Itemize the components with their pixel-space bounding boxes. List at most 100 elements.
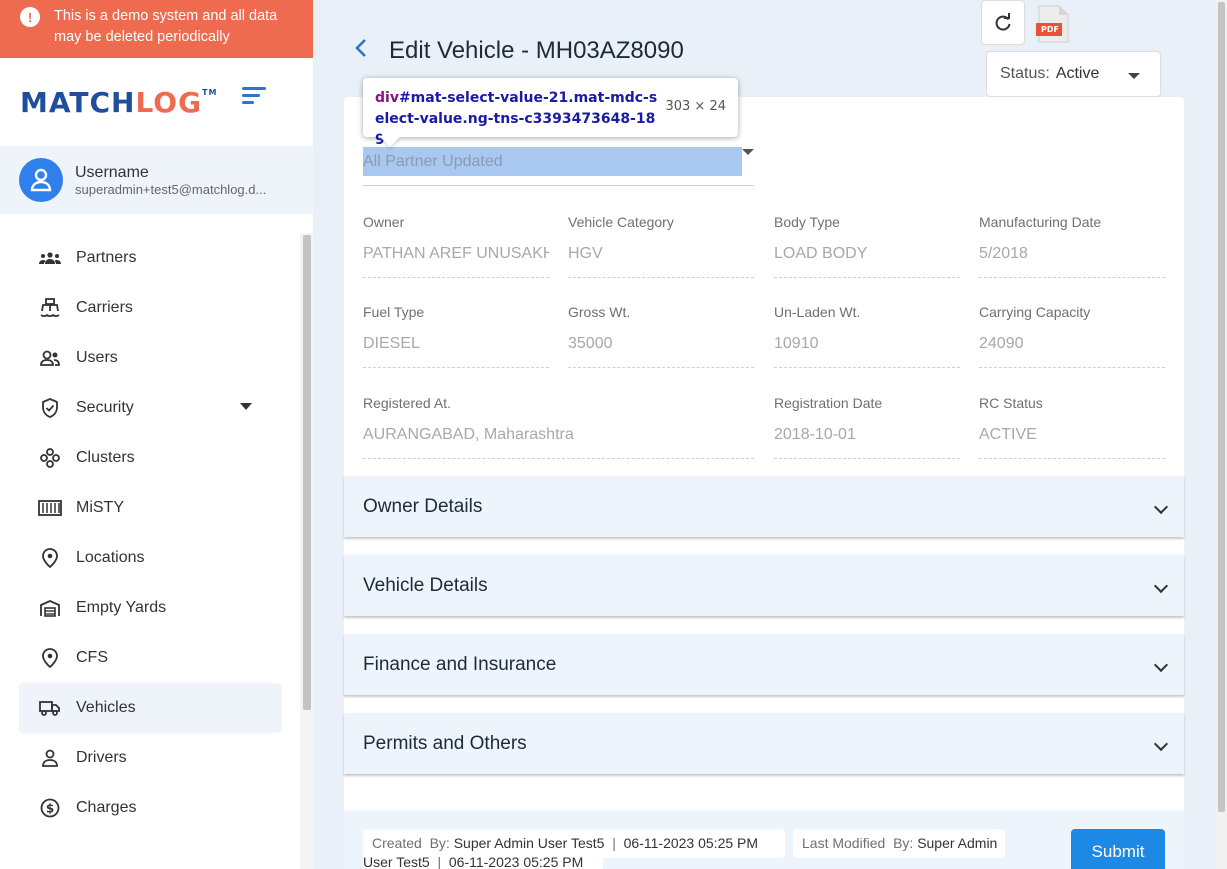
menu-toggle-icon[interactable]	[241, 87, 266, 105]
registration-date-value[interactable]: 2018-10-01	[774, 426, 960, 446]
registered-at-value[interactable]: AURANGABAD, Maharashtra	[363, 426, 754, 446]
logo-trademark: TM	[202, 87, 218, 97]
chevron-down-icon	[1153, 499, 1169, 515]
field-label: Body Type	[774, 214, 840, 230]
sidebar-item-label: Vehicles	[76, 699, 136, 716]
sidebar-item-partners[interactable]: Partners	[0, 233, 300, 283]
created-label: Created	[372, 835, 422, 851]
inspector-dimensions: 303 × 24	[665, 99, 726, 114]
inspector-tag: div	[375, 90, 399, 106]
shield-icon	[38, 396, 62, 420]
matchlog-logo[interactable]: MATCHLOGTM	[20, 86, 218, 119]
accordion-owner-details[interactable]: Owner Details	[344, 476, 1184, 537]
created-by-label: By:	[429, 835, 450, 851]
sidebar-nav: Partners Carriers Users Security Cluster…	[0, 233, 300, 833]
created-by: Super Admin User Test5	[453, 835, 605, 851]
carrying-capacity-value[interactable]: 24090	[979, 335, 1165, 355]
field-registration-date: Registration Date 2018-10-01	[774, 395, 960, 459]
demo-warning-text: This is a demo system and all data may b…	[54, 8, 278, 45]
field-label: Un-Laden Wt.	[774, 304, 861, 320]
sidebar-item-label: CFS	[76, 649, 108, 666]
field-label: Registered At.	[363, 395, 451, 411]
created-at: 06-11-2023 05:25 PM	[623, 835, 759, 851]
sidebar-item-label: Clusters	[76, 449, 135, 466]
accordion-vehicle-details[interactable]: Vehicle Details	[344, 555, 1184, 616]
manufacturing-date-value[interactable]: 5/2018	[979, 245, 1165, 265]
page-title: Edit Vehicle - MH03AZ8090	[389, 37, 684, 64]
truck-icon	[38, 696, 62, 720]
user-profile[interactable]: Username superadmin+test5@matchlog.d...	[0, 146, 313, 214]
refresh-button[interactable]	[981, 0, 1025, 45]
warning-icon: !	[20, 7, 40, 27]
logo-text-match: MATCH	[20, 85, 136, 119]
sidebar-item-label: Partners	[76, 249, 137, 266]
field-registered-at: Registered At. AURANGABAD, Maharashtra	[363, 395, 754, 459]
person-icon	[38, 746, 62, 770]
field-label: Manufacturing Date	[979, 214, 1102, 230]
field-label: Carrying Capacity	[979, 304, 1091, 320]
avatar	[19, 158, 63, 202]
field-owner: Owner PATHAN AREF UNUSAKHAN	[363, 214, 549, 278]
field-label: Gross Wt.	[568, 304, 631, 320]
partners-icon	[38, 246, 62, 270]
accordion-title: Owner Details	[363, 495, 483, 517]
vehicle-category-value[interactable]: HGV	[568, 245, 754, 265]
status-select[interactable]: Status: Active	[986, 51, 1161, 97]
field-gross-wt: Gross Wt. 35000	[568, 304, 754, 368]
ship-icon	[38, 296, 62, 320]
modified-info: Last Modified By: Super Admin	[793, 829, 1005, 858]
rc-status-value[interactable]: ACTIVE	[979, 426, 1165, 446]
sidebar-item-carriers[interactable]: Carriers	[0, 283, 300, 333]
sidebar-item-label: Locations	[76, 549, 145, 566]
sidebar-item-label: Security	[76, 399, 134, 416]
accordion-permits-others[interactable]: Permits and Others	[344, 713, 1184, 774]
field-manufacturing-date: Manufacturing Date 5/2018	[979, 214, 1165, 278]
sidebar-scrollbar[interactable]	[300, 233, 313, 869]
sidebar-item-locations[interactable]: Locations	[0, 533, 300, 583]
field-fuel-type: Fuel Type DIESEL	[363, 304, 549, 368]
field-label: Vehicle Category	[568, 214, 674, 230]
chevron-down-icon	[1153, 657, 1169, 673]
fuel-type-value[interactable]: DIESEL	[363, 335, 549, 355]
modified-info-continued: User Test5 | 06-11-2023 05:25 PM	[363, 854, 603, 869]
field-carrying-capacity: Carrying Capacity 24090	[979, 304, 1165, 368]
sidebar-item-charges[interactable]: $ Charges	[0, 783, 300, 833]
dollar-icon: $	[38, 796, 62, 820]
owner-value[interactable]: PATHAN AREF UNUSAKHAN	[363, 245, 549, 265]
sidebar-item-misty[interactable]: MiSTY	[0, 483, 300, 533]
sidebar-item-users[interactable]: Users	[0, 333, 300, 383]
sidebar-item-cfs[interactable]: CFS	[0, 633, 300, 683]
pdf-download-button[interactable]: PDF	[1035, 5, 1071, 43]
modified-by: Super Admin	[917, 835, 998, 851]
back-chevron-icon[interactable]	[352, 36, 372, 60]
accordion-finance-insurance[interactable]: Finance and Insurance	[344, 634, 1184, 695]
demo-warning-banner: ! This is a demo system and all data may…	[0, 0, 313, 58]
main-scrollbar[interactable]	[1216, 0, 1227, 869]
sidebar-item-clusters[interactable]: Clusters	[0, 433, 300, 483]
field-label: Fuel Type	[363, 304, 425, 320]
field-label: Owner	[363, 214, 405, 230]
body-type-value[interactable]: LOAD BODY	[774, 245, 960, 265]
users-icon	[38, 346, 62, 370]
sidebar-item-vehicles[interactable]: Vehicles	[19, 683, 282, 733]
location-pin-icon	[38, 646, 62, 670]
sidebar-item-security[interactable]: Security	[0, 383, 300, 433]
modified-by-label: By:	[893, 835, 914, 851]
user-email: superadmin+test5@matchlog.d...	[75, 181, 267, 197]
sidebar-item-drivers[interactable]: Drivers	[0, 733, 300, 783]
field-label: RC Status	[979, 395, 1043, 411]
submit-button[interactable]: Submit	[1071, 829, 1165, 869]
brand-bar: MATCHLOGTM	[0, 58, 313, 146]
user-name: Username	[75, 163, 149, 181]
modified-by-continued: User Test5	[363, 854, 430, 869]
accordion-title: Vehicle Details	[363, 574, 488, 596]
clusters-icon	[38, 446, 62, 470]
gross-wt-value[interactable]: 35000	[568, 335, 754, 355]
unladen-wt-value[interactable]: 10910	[774, 335, 960, 355]
chevron-down-icon[interactable]	[240, 403, 252, 410]
field-label: Registration Date	[774, 395, 883, 411]
status-value: Active	[1055, 65, 1100, 82]
status-label: Status:	[1000, 65, 1050, 82]
partner-select-value: All Partner Updated	[363, 153, 503, 170]
sidebar-item-empty-yards[interactable]: Empty Yards	[0, 583, 300, 633]
